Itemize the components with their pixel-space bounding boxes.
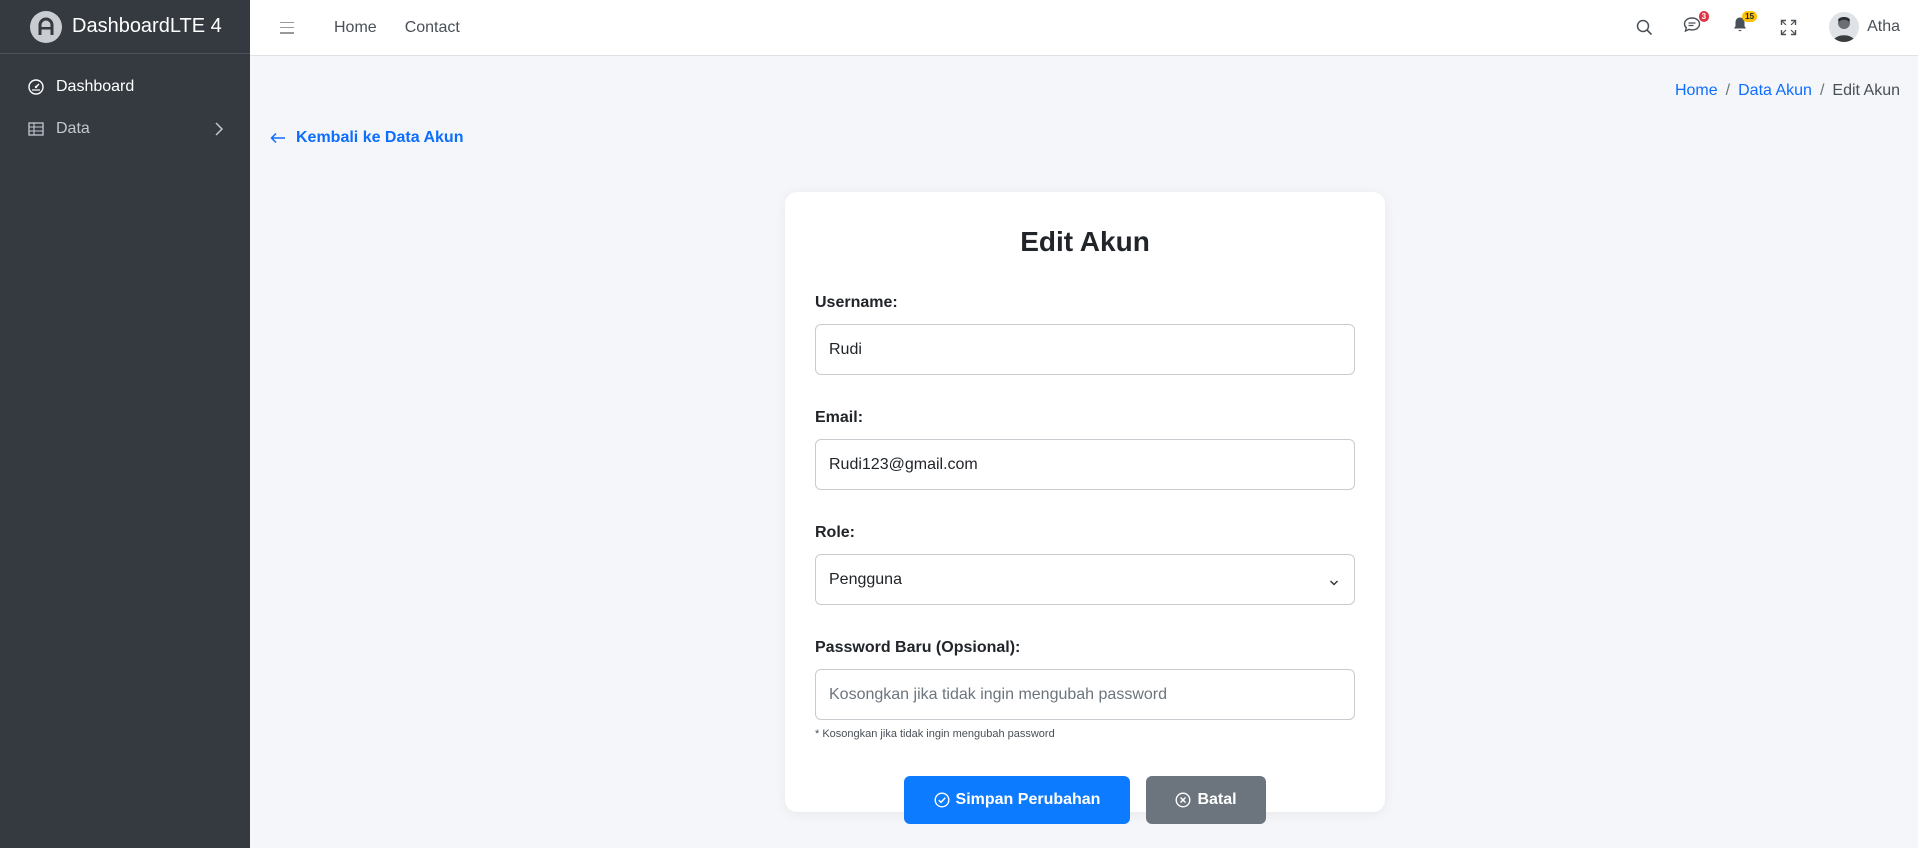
user-name[interactable]: Atha bbox=[1867, 18, 1900, 36]
role-select[interactable]: Pengguna bbox=[815, 554, 1355, 605]
sidebar-nav: Dashboard Data bbox=[0, 54, 250, 150]
username-input[interactable] bbox=[815, 324, 1355, 375]
email-input[interactable] bbox=[815, 439, 1355, 490]
breadcrumb-separator: / bbox=[1819, 82, 1825, 99]
sidebar-item-label: Data bbox=[56, 120, 90, 137]
cancel-button-label: Batal bbox=[1197, 791, 1237, 808]
username-group: Username: bbox=[815, 294, 1355, 375]
brand-name: DashboardLTE 4 bbox=[72, 15, 222, 37]
top-navbar: Home Contact 3 15 Atha bbox=[250, 0, 1918, 56]
cancel-button[interactable]: Batal bbox=[1146, 776, 1266, 824]
sidebar-item-dashboard[interactable]: Dashboard bbox=[0, 66, 250, 108]
nav-link-home[interactable]: Home bbox=[334, 19, 377, 37]
x-circle-icon bbox=[1175, 792, 1191, 808]
password-label: Password Baru (Opsional): bbox=[815, 639, 1021, 656]
breadcrumb: Home / Data Akun / Edit Akun bbox=[1675, 82, 1900, 100]
messages-button[interactable]: 3 bbox=[1681, 11, 1710, 38]
new-password-input[interactable] bbox=[815, 669, 1355, 720]
notifications-badge: 15 bbox=[1742, 11, 1758, 22]
speedometer-icon bbox=[28, 79, 44, 95]
breadcrumb-separator: / bbox=[1725, 82, 1731, 99]
back-to-data-akun-link[interactable]: Kembali ke Data Akun bbox=[270, 129, 463, 147]
fullscreen-icon[interactable] bbox=[1777, 16, 1799, 38]
check-circle-icon bbox=[934, 792, 950, 808]
role-select-wrapper: Pengguna bbox=[815, 554, 1355, 605]
search-icon[interactable] bbox=[1633, 16, 1655, 38]
username-label: Username: bbox=[815, 294, 898, 311]
table-icon bbox=[28, 121, 44, 137]
save-changes-button[interactable]: Simpan Perubahan bbox=[904, 776, 1130, 824]
menu-toggle-icon[interactable] bbox=[280, 21, 294, 34]
sidebar: DashboardLTE 4 Dashboard Data bbox=[0, 0, 250, 848]
chevron-down-icon bbox=[1329, 574, 1339, 592]
sidebar-item-data[interactable]: Data bbox=[0, 108, 250, 150]
user-avatar[interactable] bbox=[1829, 12, 1860, 42]
breadcrumb-data-akun[interactable]: Data Akun bbox=[1738, 82, 1812, 100]
password-help-text: * Kosongkan jika tidak ingin mengubah pa… bbox=[815, 728, 1055, 740]
role-label: Role: bbox=[815, 524, 855, 541]
chat-icon bbox=[1683, 16, 1701, 38]
password-group: Password Baru (Opsional): * Kosongkan ji… bbox=[815, 639, 1355, 740]
page-title: Edit Akun bbox=[1020, 226, 1150, 257]
arrow-left-icon bbox=[270, 132, 286, 144]
nav-link-contact[interactable]: Contact bbox=[405, 19, 460, 37]
role-group: Role: Pengguna bbox=[815, 524, 1355, 605]
save-button-label: Simpan Perubahan bbox=[955, 791, 1101, 808]
navbar-right: 3 15 Atha bbox=[1633, 0, 1918, 54]
email-group: Email: bbox=[815, 409, 1355, 490]
sidebar-item-label: Dashboard bbox=[56, 78, 135, 95]
edit-account-card: Edit Akun Username: Email: Role: Penggun… bbox=[785, 192, 1385, 824]
email-label: Email: bbox=[815, 409, 864, 426]
form-actions: Simpan Perubahan Batal bbox=[815, 776, 1355, 824]
back-link-label: Kembali ke Data Akun bbox=[296, 129, 464, 146]
role-selected-value: Pengguna bbox=[829, 570, 902, 588]
breadcrumb-current: Edit Akun bbox=[1832, 82, 1900, 99]
messages-badge: 3 bbox=[1698, 11, 1710, 22]
breadcrumb-home[interactable]: Home bbox=[1675, 82, 1718, 100]
notifications-button[interactable]: 15 bbox=[1729, 11, 1758, 38]
brand-logo-icon bbox=[30, 10, 62, 43]
chevron-right-icon bbox=[214, 121, 224, 142]
brand-link[interactable]: DashboardLTE 4 bbox=[0, 0, 250, 54]
